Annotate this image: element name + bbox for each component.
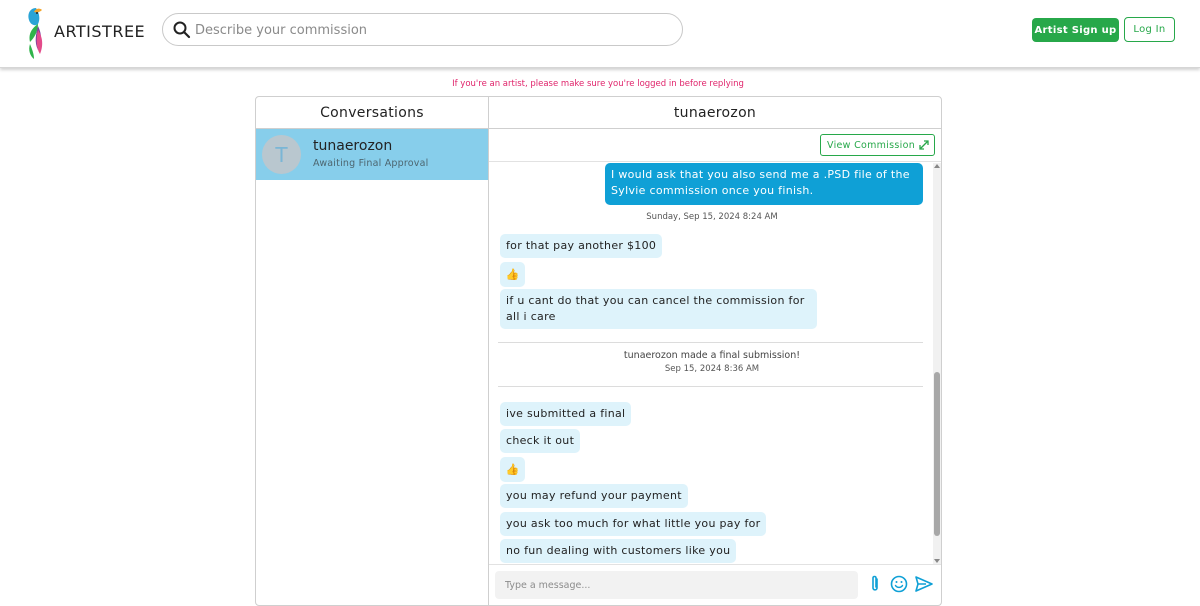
message-composer bbox=[489, 564, 941, 605]
chat-title: tunaerozon bbox=[489, 97, 941, 129]
conversations-title: Conversations bbox=[256, 97, 488, 129]
divider bbox=[498, 386, 923, 387]
brand-name: ARTISTREE bbox=[54, 22, 146, 41]
conversation-name: tunaerozon bbox=[313, 138, 393, 154]
incoming-message: for that pay another $100 bbox=[500, 234, 663, 258]
artistree-logo[interactable]: ARTISTREE bbox=[24, 4, 145, 60]
scroll-up-arrow-icon[interactable] bbox=[934, 164, 940, 168]
incoming-message: ive submitted a final bbox=[500, 402, 632, 426]
divider bbox=[498, 342, 923, 343]
avatar: T bbox=[262, 135, 301, 174]
message-timestamp: Sunday, Sep 15, 2024 8:24 AM bbox=[646, 212, 778, 222]
emoji-icon[interactable] bbox=[889, 574, 909, 594]
scroll-down-arrow-icon[interactable] bbox=[934, 559, 940, 563]
conversations-column: Conversations T tunaerozon Awaiting Fina… bbox=[256, 97, 489, 605]
thumbs-up-message: 👍 bbox=[500, 262, 525, 287]
message-scrollbar[interactable] bbox=[933, 163, 941, 564]
message-input[interactable] bbox=[495, 571, 858, 599]
parrot-logo-icon bbox=[28, 8, 43, 59]
search-input[interactable] bbox=[195, 18, 665, 42]
login-button[interactable]: Log In bbox=[1124, 17, 1175, 42]
outgoing-message: I would ask that you also send me a .PSD… bbox=[605, 163, 923, 205]
chat-column: tunaerozon View Commission I would ask t… bbox=[489, 97, 941, 605]
incoming-message: if u cant do that you can cancel the com… bbox=[500, 289, 817, 329]
chat-toolbar: View Commission bbox=[489, 129, 941, 162]
message-list[interactable]: I would ask that you also send me a .PSD… bbox=[489, 163, 941, 564]
top-header: ARTISTREE Artist Sign up Log In bbox=[0, 0, 1200, 68]
search-bar[interactable] bbox=[162, 13, 683, 46]
artist-signup-button[interactable]: Artist Sign up bbox=[1032, 18, 1119, 42]
paperclip-icon[interactable] bbox=[865, 574, 885, 594]
view-commission-label: View Commission bbox=[827, 139, 916, 151]
view-commission-button[interactable]: View Commission bbox=[820, 134, 935, 156]
expand-icon bbox=[919, 140, 929, 150]
incoming-message: you ask too much for what little you pay… bbox=[500, 512, 767, 536]
login-notice: If you're an artist, please make sure yo… bbox=[452, 79, 744, 89]
conversation-item[interactable]: T tunaerozon Awaiting Final Approval bbox=[256, 129, 488, 180]
messaging-panel: Conversations T tunaerozon Awaiting Fina… bbox=[255, 96, 942, 606]
thumbs-up-message: 👍 bbox=[500, 457, 525, 482]
incoming-message: you may refund your payment bbox=[500, 484, 688, 508]
incoming-message: no fun dealing with customers like you bbox=[500, 539, 737, 563]
system-message: tunaerozon made a final submission! bbox=[623, 350, 801, 361]
search-icon bbox=[173, 21, 191, 39]
scroll-thumb[interactable] bbox=[934, 372, 940, 536]
conversation-status: Awaiting Final Approval bbox=[313, 158, 429, 169]
system-timestamp: Sep 15, 2024 8:36 AM bbox=[664, 364, 760, 374]
send-icon[interactable] bbox=[914, 574, 934, 594]
incoming-message: check it out bbox=[500, 429, 581, 453]
